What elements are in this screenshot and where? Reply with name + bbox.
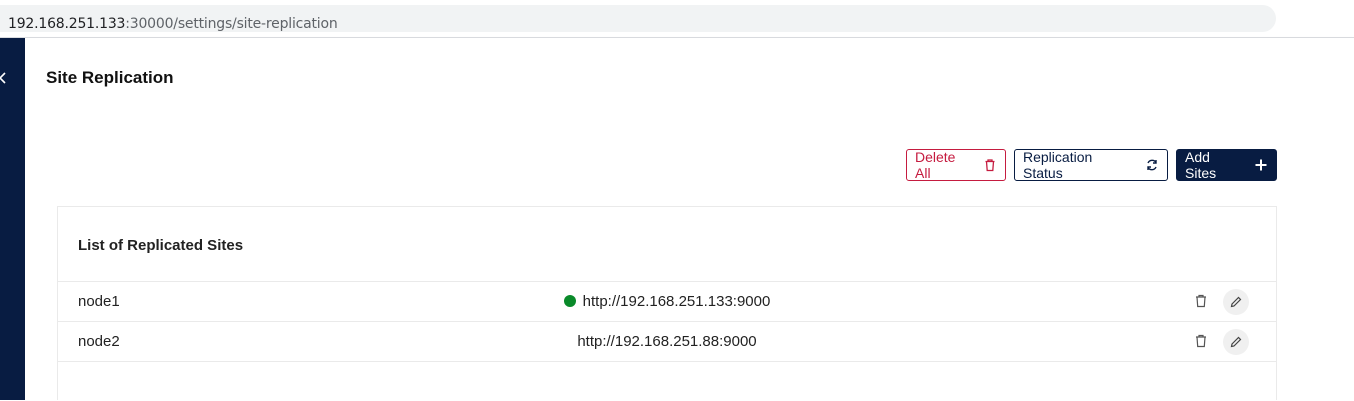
status-online-icon xyxy=(563,295,576,307)
table-row: node1 http://192.168.251.133:9000 xyxy=(58,281,1276,321)
page-header: Site Replication xyxy=(25,38,1354,117)
pencil-icon[interactable] xyxy=(1223,329,1249,355)
table-row: node2 http://192.168.251.88:9000 xyxy=(58,321,1276,361)
plus-icon xyxy=(1254,158,1268,172)
main-content: Delete All Replication Status Add Sites … xyxy=(25,117,1354,400)
browser-address-bar: 192.168.251.133:30000/settings/site-repl… xyxy=(0,0,1354,38)
url-text[interactable]: 192.168.251.133:30000/settings/site-repl… xyxy=(8,16,338,32)
address-field[interactable]: 192.168.251.133:30000/settings/site-repl… xyxy=(0,5,1276,32)
endpoint-text: http://192.168.251.133:9000 xyxy=(582,293,771,310)
add-sites-label: Add Sites xyxy=(1185,149,1217,181)
refresh-icon xyxy=(1145,158,1159,172)
site-endpoint: http://192.168.251.88:9000 xyxy=(58,333,1276,350)
endpoint-text: http://192.168.251.88:9000 xyxy=(577,333,757,350)
page-title: Site Replication xyxy=(46,68,174,87)
sidebar xyxy=(0,38,25,400)
replicated-sites-panel: List of Replicated Sites node1 http://19… xyxy=(57,206,1277,400)
table-row-empty xyxy=(58,361,1276,401)
delete-all-button[interactable]: Delete All xyxy=(906,149,1006,181)
replication-status-label: Replication Status xyxy=(1023,149,1093,181)
trash-icon[interactable] xyxy=(1195,294,1209,310)
delete-all-label: Delete All xyxy=(915,149,956,181)
url-host: 192.168.251.133 xyxy=(8,16,126,32)
add-sites-button[interactable]: Add Sites xyxy=(1176,149,1277,181)
trash-icon xyxy=(983,158,997,172)
site-endpoint: http://192.168.251.133:9000 xyxy=(58,293,1276,310)
panel-title: List of Replicated Sites xyxy=(78,237,244,254)
trash-icon[interactable] xyxy=(1195,334,1209,350)
url-path: :30000/settings/site-replication xyxy=(125,16,338,32)
replication-status-button[interactable]: Replication Status xyxy=(1014,149,1168,181)
chevron-left-icon[interactable] xyxy=(0,71,10,87)
pencil-icon[interactable] xyxy=(1223,289,1249,315)
